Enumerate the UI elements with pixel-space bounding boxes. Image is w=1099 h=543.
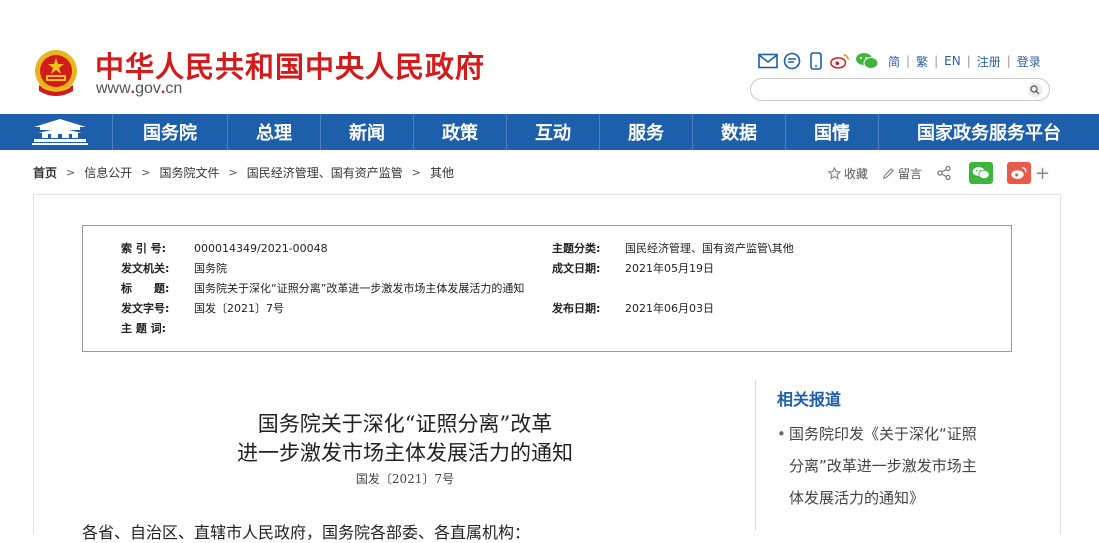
info-label: 主题分类: — [552, 242, 601, 255]
tiananmen-home-icon[interactable] — [28, 116, 92, 148]
pencil-icon — [883, 167, 894, 179]
info-label: 标 题: — [121, 282, 170, 295]
sidebar-divider — [755, 380, 756, 530]
info-title-value: 国务院关于深化“证照分离”改革进一步激发市场主体发展活力的通知 — [194, 282, 525, 295]
favorite-label: 收藏 — [844, 166, 869, 181]
related-report-line-1: 国务院印发《关于深化“证照 — [789, 425, 977, 443]
info-issuer-value: 国务院 — [194, 262, 227, 275]
lang-simplified-link[interactable]: 简 — [888, 53, 900, 70]
info-title-row: 标 题: 国务院关于深化“证照分离”改革进一步激发市场主体发展活力的通知 — [121, 279, 524, 297]
breadcrumb-arrow-icon: > — [66, 166, 76, 179]
breadcrumb-other[interactable]: 其他 — [430, 164, 454, 181]
breadcrumb-arrow-icon: > — [228, 166, 238, 179]
breadcrumb-arrow-icon: > — [411, 166, 421, 179]
breadcrumb-bar: 首页 > 信息公开 > 国务院文件 > 国民经济管理、国有资产监管 > 其他 收… — [0, 150, 1099, 194]
site-url-prefix: www — [96, 80, 131, 97]
site-header: 中华人民共和国中央人民政府 www.gov.cn 简 | 繁 | EN | 注册… — [0, 0, 1099, 114]
site-url-domain: gov — [135, 80, 161, 97]
mobile-phone-icon[interactable] — [806, 51, 826, 71]
breadcrumb-info-public[interactable]: 信息公开 — [84, 164, 132, 181]
header-tools: 简 | 繁 | EN | 注册 | 登录 — [758, 51, 1041, 71]
search-input[interactable] — [761, 81, 1021, 98]
breadcrumb-state-council-docs[interactable]: 国务院文件 — [159, 164, 219, 181]
info-label: 索 引 号: — [121, 242, 167, 255]
separator: | — [934, 54, 939, 68]
nav-item-state-council[interactable]: 国务院 — [112, 114, 227, 150]
page-tools: 收藏 留言 + — [828, 162, 1050, 184]
login-link[interactable]: 登录 — [1017, 53, 1041, 70]
related-report-link[interactable]: • 国务院印发《关于深化“证照 分离”改革进一步激发市场主 体发展活力的通知》 — [777, 418, 1007, 514]
info-label: 发文字号: — [121, 302, 170, 315]
breadcrumb-home[interactable]: 首页 — [33, 164, 57, 181]
bullet-icon: • — [777, 425, 786, 443]
wechat-icon[interactable] — [854, 51, 880, 71]
info-index-row: 索 引 号: 000014349/2021-00048 — [121, 239, 328, 257]
share-icon[interactable] — [936, 165, 955, 181]
star-icon — [828, 166, 841, 180]
breadcrumb: 首页 > 信息公开 > 国务院文件 > 国民经济管理、国有资产监管 > 其他 — [33, 164, 454, 181]
nav-item-gov-service-platform[interactable]: 国家政务服务平台 — [878, 114, 1099, 150]
nav-item-data[interactable]: 数据 — [692, 114, 785, 150]
nav-item-interaction[interactable]: 互动 — [506, 114, 599, 150]
chat-bubble-icon[interactable] — [782, 51, 802, 71]
nav-item-policy[interactable]: 政策 — [413, 114, 506, 150]
favorite-button[interactable]: 收藏 — [828, 165, 868, 182]
more-share-icon[interactable]: + — [1035, 163, 1050, 184]
info-keywords-row: 主 题 词: — [121, 319, 194, 337]
comment-label: 留言 — [898, 166, 923, 181]
info-docno-row: 发文字号: 国发〔2021〕7号 — [121, 299, 284, 317]
nav-item-national-info[interactable]: 国情 — [785, 114, 878, 150]
separator: | — [906, 54, 911, 68]
separator: | — [966, 54, 971, 68]
share-wechat-icon[interactable] — [969, 162, 994, 184]
breadcrumb-economy[interactable]: 国民经济管理、国有资产监管 — [247, 164, 403, 181]
main-nav: 国务院 总理 新闻 政策 互动 服务 数据 国情 国家政务服务平台 — [0, 114, 1099, 150]
search-box — [750, 78, 1050, 101]
share-weibo-icon[interactable] — [1007, 162, 1032, 184]
breadcrumb-arrow-icon: > — [141, 166, 151, 179]
info-label: 发布日期: — [552, 302, 601, 315]
separator: | — [1006, 54, 1011, 68]
language-links: 简 | 繁 | EN | 注册 | 登录 — [888, 53, 1041, 70]
info-published-row: 发布日期: 2021年06月03日 — [552, 299, 714, 317]
search-icon[interactable] — [1027, 82, 1043, 98]
info-label: 主 题 词: — [121, 322, 167, 335]
weibo-icon[interactable] — [830, 51, 850, 71]
article-body-first-line: 各省、自治区、直辖市人民政府，国务院各部委、各直属机构： — [82, 523, 531, 542]
info-published-value: 2021年06月03日 — [625, 302, 714, 315]
register-link[interactable]: 注册 — [977, 53, 1001, 70]
related-report-line-2: 分离”改革进一步激发市场主 — [789, 457, 977, 475]
info-written-row: 成文日期: 2021年05月19日 — [552, 259, 714, 277]
related-report-line-3: 体发展活力的通知》 — [789, 489, 925, 507]
article-doc-number: 国发〔2021〕7号 — [355, 472, 455, 486]
info-issuer-row: 发文机关: 国务院 — [121, 259, 227, 277]
info-docno-value: 国发〔2021〕7号 — [194, 302, 284, 315]
nav-items: 国务院 总理 新闻 政策 互动 服务 数据 国情 国家政务服务平台 — [112, 114, 1099, 150]
mail-icon[interactable] — [758, 51, 778, 71]
comment-button[interactable]: 留言 — [882, 165, 922, 182]
national-emblem-icon[interactable] — [33, 47, 79, 99]
nav-item-premier[interactable]: 总理 — [227, 114, 320, 150]
nav-item-services[interactable]: 服务 — [599, 114, 692, 150]
lang-english-link[interactable]: EN — [944, 54, 961, 68]
nav-item-news[interactable]: 新闻 — [320, 114, 413, 150]
info-index-value: 000014349/2021-00048 — [194, 241, 328, 255]
article-title-line-1: 国务院关于深化“证照分离”改革 — [257, 412, 553, 436]
info-category-row: 主题分类: 国民经济管理、国有资产监管\其他 — [552, 239, 794, 257]
related-reports-title: 相关报道 — [777, 390, 842, 409]
info-label: 发文机关: — [121, 262, 170, 275]
lang-traditional-link[interactable]: 繁 — [916, 53, 928, 70]
info-category-value: 国民经济管理、国有资产监管\其他 — [625, 242, 794, 255]
info-written-value: 2021年05月19日 — [625, 262, 714, 275]
article-title-line-2: 进一步激发市场主体发展活力的通知 — [237, 441, 573, 465]
site-url-tld: cn — [165, 80, 183, 97]
info-label: 成文日期: — [552, 262, 601, 275]
site-url[interactable]: www.gov.cn — [96, 80, 182, 98]
